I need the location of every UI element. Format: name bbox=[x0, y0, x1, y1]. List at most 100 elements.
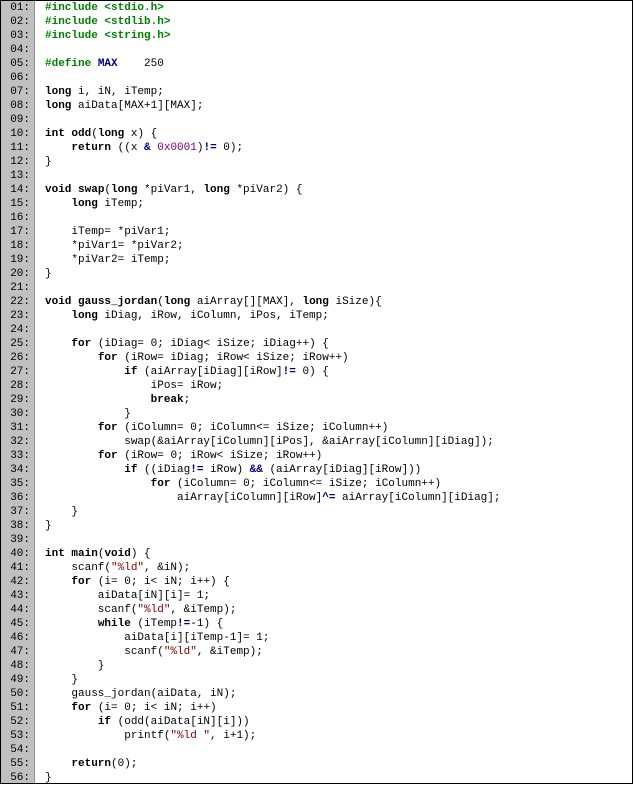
line-number: 54: bbox=[1, 743, 30, 757]
code-line: aiData[iN][i]= 1; bbox=[45, 589, 632, 603]
line-number: 12: bbox=[1, 155, 30, 169]
line-number: 07: bbox=[1, 85, 30, 99]
line-number: 19: bbox=[1, 253, 30, 267]
line-number: 04: bbox=[1, 43, 30, 57]
code-line: long aiData[MAX+1][MAX]; bbox=[45, 99, 632, 113]
line-number: 51: bbox=[1, 701, 30, 715]
line-number: 30: bbox=[1, 407, 30, 421]
code-line: } bbox=[45, 267, 632, 281]
code-line: break; bbox=[45, 393, 632, 407]
code-line: scanf("%ld", &iN); bbox=[45, 561, 632, 575]
code-line bbox=[45, 169, 632, 183]
line-number: 52: bbox=[1, 715, 30, 729]
line-number: 43: bbox=[1, 589, 30, 603]
line-number: 03: bbox=[1, 29, 30, 43]
code-line: } bbox=[45, 519, 632, 533]
code-line: if (aiArray[iDiag][iRow]!= 0) { bbox=[45, 365, 632, 379]
line-number-gutter: 01:02:03:04:05:06:07:08:09:10:11:12:13:1… bbox=[1, 1, 35, 783]
line-number: 28: bbox=[1, 379, 30, 393]
code-line: for (iDiag= 0; iDiag< iSize; iDiag++) { bbox=[45, 337, 632, 351]
code-line: for (iColumn= 0; iColumn<= iSize; iColum… bbox=[45, 421, 632, 435]
line-number: 22: bbox=[1, 295, 30, 309]
code-line: void gauss_jordan(long aiArray[][MAX], l… bbox=[45, 295, 632, 309]
code-line bbox=[45, 323, 632, 337]
line-number: 18: bbox=[1, 239, 30, 253]
line-number: 32: bbox=[1, 435, 30, 449]
line-number: 46: bbox=[1, 631, 30, 645]
line-number: 53: bbox=[1, 729, 30, 743]
line-number: 35: bbox=[1, 477, 30, 491]
code-line bbox=[45, 743, 632, 757]
line-number: 40: bbox=[1, 547, 30, 561]
line-number: 11: bbox=[1, 141, 30, 155]
code-line bbox=[45, 533, 632, 547]
line-number: 14: bbox=[1, 183, 30, 197]
code-line: #define MAX 250 bbox=[45, 57, 632, 71]
code-viewer: 01:02:03:04:05:06:07:08:09:10:11:12:13:1… bbox=[0, 0, 633, 784]
line-number: 49: bbox=[1, 673, 30, 687]
line-number: 16: bbox=[1, 211, 30, 225]
code-line: return ((x & 0x0001)!= 0); bbox=[45, 141, 632, 155]
code-line: for (i= 0; i< iN; i++) { bbox=[45, 575, 632, 589]
code-line: #include <stdlib.h> bbox=[45, 15, 632, 29]
code-line bbox=[45, 113, 632, 127]
line-number: 13: bbox=[1, 169, 30, 183]
code-line: #include <stdio.h> bbox=[45, 1, 632, 15]
line-number: 39: bbox=[1, 533, 30, 547]
code-line: long iTemp; bbox=[45, 197, 632, 211]
code-line: aiData[i][iTemp-1]= 1; bbox=[45, 631, 632, 645]
line-number: 34: bbox=[1, 463, 30, 477]
line-number: 50: bbox=[1, 687, 30, 701]
line-number: 17: bbox=[1, 225, 30, 239]
code-line: } bbox=[45, 407, 632, 421]
code-line: swap(&aiArray[iColumn][iPos], &aiArray[i… bbox=[45, 435, 632, 449]
line-number: 01: bbox=[1, 1, 30, 15]
code-line: } bbox=[45, 771, 632, 784]
code-line: gauss_jordan(aiData, iN); bbox=[45, 687, 632, 701]
code-line: *piVar1= *piVar2; bbox=[45, 239, 632, 253]
line-number: 44: bbox=[1, 603, 30, 617]
code-line: scanf("%ld", &iTemp); bbox=[45, 603, 632, 617]
code-line bbox=[45, 71, 632, 85]
code-line: if (odd(aiData[iN][i])) bbox=[45, 715, 632, 729]
line-number: 29: bbox=[1, 393, 30, 407]
code-line: printf("%ld ", i+1); bbox=[45, 729, 632, 743]
code-line: aiArray[iColumn][iRow]^= aiArray[iColumn… bbox=[45, 491, 632, 505]
code-line: while (iTemp!=-1) { bbox=[45, 617, 632, 631]
line-number: 20: bbox=[1, 267, 30, 281]
code-line: } bbox=[45, 673, 632, 687]
line-number: 55: bbox=[1, 757, 30, 771]
code-line: if ((iDiag!= iRow) && (aiArray[iDiag][iR… bbox=[45, 463, 632, 477]
line-number: 10: bbox=[1, 127, 30, 141]
line-number: 47: bbox=[1, 645, 30, 659]
code-line: *piVar2= iTemp; bbox=[45, 253, 632, 267]
code-line: for (iRow= 0; iRow< iSize; iRow++) bbox=[45, 449, 632, 463]
code-line: for (i= 0; i< iN; i++) bbox=[45, 701, 632, 715]
code-line: scanf("%ld", &iTemp); bbox=[45, 645, 632, 659]
code-line: long i, iN, iTemp; bbox=[45, 85, 632, 99]
code-line: void swap(long *piVar1, long *piVar2) { bbox=[45, 183, 632, 197]
code-line: for (iRow= iDiag; iRow< iSize; iRow++) bbox=[45, 351, 632, 365]
line-number: 05: bbox=[1, 57, 30, 71]
code-line: } bbox=[45, 505, 632, 519]
code-line: } bbox=[45, 659, 632, 673]
line-number: 33: bbox=[1, 449, 30, 463]
line-number: 36: bbox=[1, 491, 30, 505]
line-number: 25: bbox=[1, 337, 30, 351]
line-number: 31: bbox=[1, 421, 30, 435]
code-line bbox=[45, 43, 632, 57]
line-number: 56: bbox=[1, 771, 30, 784]
line-number: 45: bbox=[1, 617, 30, 631]
line-number: 23: bbox=[1, 309, 30, 323]
code-line: int odd(long x) { bbox=[45, 127, 632, 141]
line-number: 48: bbox=[1, 659, 30, 673]
code-line: for (iColumn= 0; iColumn<= iSize; iColum… bbox=[45, 477, 632, 491]
line-number: 15: bbox=[1, 197, 30, 211]
line-number: 08: bbox=[1, 99, 30, 113]
code-line bbox=[45, 211, 632, 225]
code-area: #include <stdio.h>#include <stdlib.h>#in… bbox=[35, 1, 632, 783]
line-number: 26: bbox=[1, 351, 30, 365]
line-number: 27: bbox=[1, 365, 30, 379]
code-line: int main(void) { bbox=[45, 547, 632, 561]
code-line: iTemp= *piVar1; bbox=[45, 225, 632, 239]
